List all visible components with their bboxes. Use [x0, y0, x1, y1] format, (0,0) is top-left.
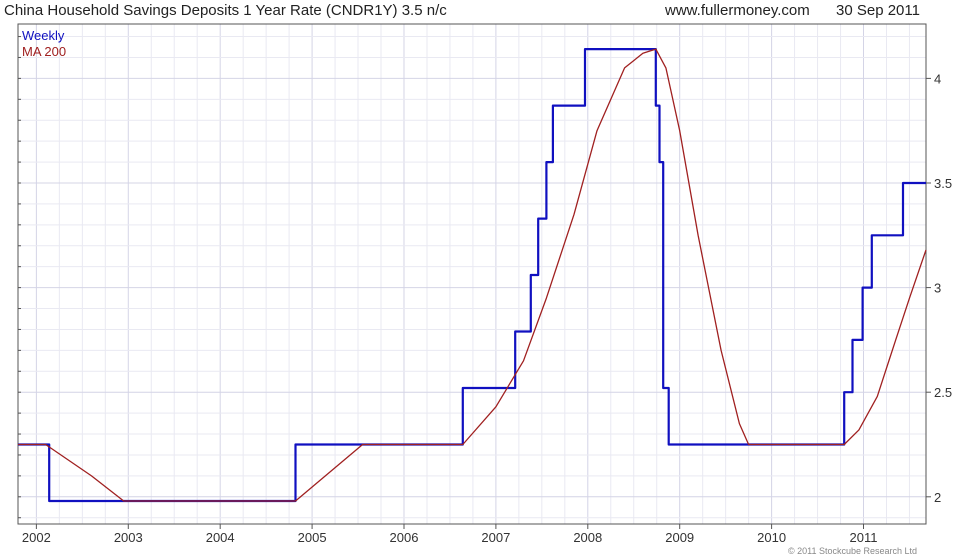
- x-tick-label: 2004: [206, 530, 235, 545]
- x-tick-label: 2008: [573, 530, 602, 545]
- y-tick-label: 2: [934, 490, 941, 505]
- y-tick-label: 3: [934, 281, 941, 296]
- copyright-credit: © 2011 Stockcube Research Ltd: [788, 546, 918, 556]
- y-tick-label: 2.5: [934, 385, 952, 400]
- x-tick-label: 2011: [850, 530, 878, 545]
- legend-ma200: MA 200: [22, 44, 67, 59]
- x-tick-label: 2010: [757, 530, 786, 545]
- y-tick-label: 3.5: [934, 176, 952, 191]
- x-tick-label: 2006: [390, 530, 419, 545]
- y-tick-label: 4: [934, 71, 941, 86]
- x-tick-label: 2002: [22, 530, 51, 545]
- x-tick-label: 2009: [665, 530, 694, 545]
- source-url: www.fullermoney.com: [665, 2, 810, 19]
- x-tick-label: 2007: [481, 530, 510, 545]
- x-tick-label: 2003: [114, 530, 143, 545]
- chart-area: 2 2.5 3 3.5 4 2002 2003 2004 2005 2006 2007 2008 200…: [17, 23, 952, 545]
- legend-weekly: Weekly: [22, 28, 65, 43]
- chart-date: 30 Sep 2011: [836, 2, 920, 19]
- chart-title: China Household Savings Deposits 1 Year …: [4, 2, 447, 19]
- x-tick-label: 2005: [298, 530, 327, 545]
